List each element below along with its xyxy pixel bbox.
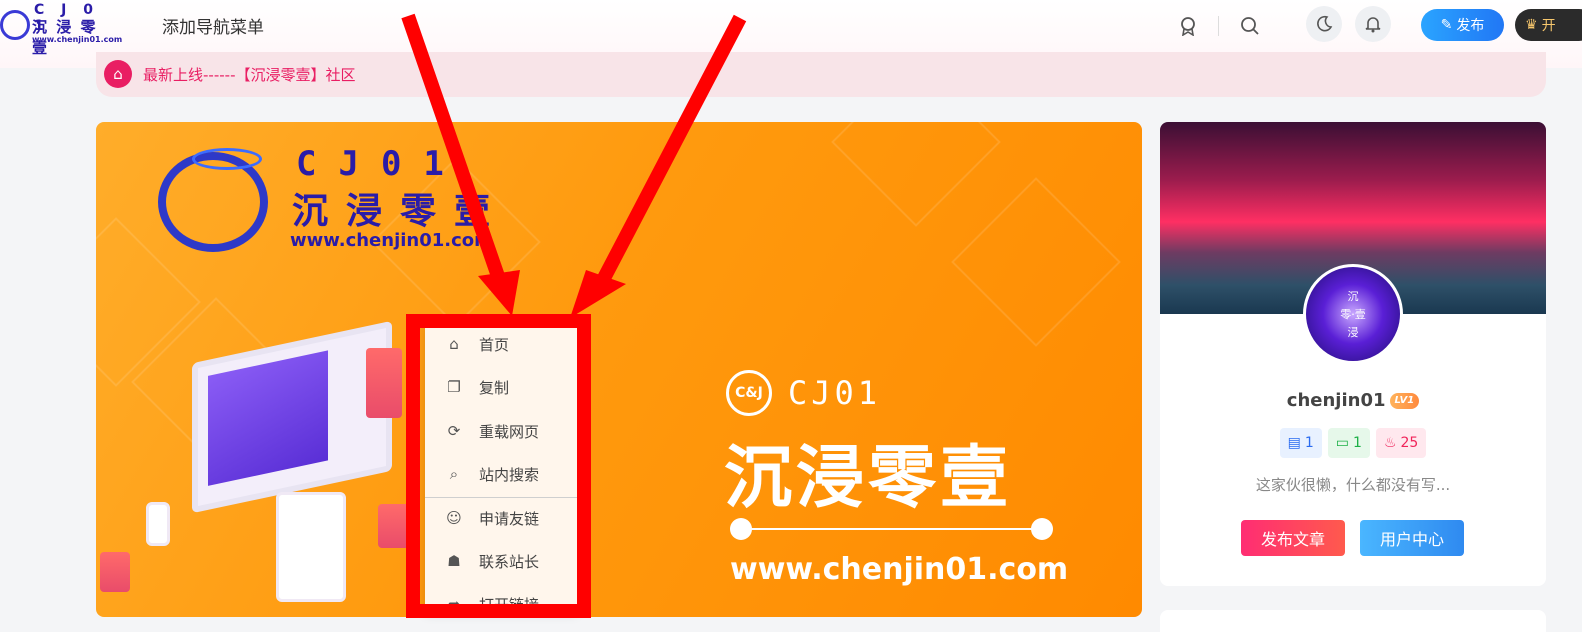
stat-popularity[interactable]: ♨ 25 (1375, 428, 1427, 458)
profile-description: 这家伙很懒，什么都没有写... (1255, 476, 1451, 494)
level-badge: LV1 (1389, 393, 1420, 409)
annotation-arrowhead-right (570, 270, 626, 318)
stat-value: 1 (1353, 435, 1362, 451)
annotation-arrowhead-left (478, 270, 520, 316)
sidebar-card (1160, 610, 1546, 632)
stat-value: 25 (1400, 435, 1419, 451)
profile-card: 沉 零·壹 浸 chenjin01 LV1 ▤ 1 ▭ 1 ♨ 25 这家伙很懒，… (1160, 122, 1546, 586)
article-icon: ▤ (1287, 435, 1301, 451)
fire-icon: ♨ (1383, 435, 1397, 451)
user-center-button[interactable]: 用户中心 (1360, 520, 1464, 556)
stat-value: 1 (1304, 435, 1314, 451)
avatar-text: 零·壹 (1340, 308, 1366, 321)
stat-comments[interactable]: ▭ 1 (1327, 428, 1370, 458)
avatar-text: 浸 (1347, 326, 1359, 339)
comment-icon: ▭ (1335, 435, 1350, 451)
profile-name-row: chenjin01 LV1 (1160, 390, 1546, 411)
annotation-arrow-right (595, 14, 747, 286)
avatar-text: 沉 (1347, 290, 1359, 303)
avatar[interactable]: 沉 零·壹 浸 (1303, 264, 1403, 364)
username[interactable]: chenjin01 (1287, 390, 1386, 411)
publish-article-button[interactable]: 发布文章 (1241, 520, 1345, 556)
profile-stats: ▤ 1 ▭ 1 ♨ 25 (1160, 428, 1546, 458)
stat-articles[interactable]: ▤ 1 (1279, 428, 1322, 458)
annotation-arrow-left (401, 13, 507, 285)
